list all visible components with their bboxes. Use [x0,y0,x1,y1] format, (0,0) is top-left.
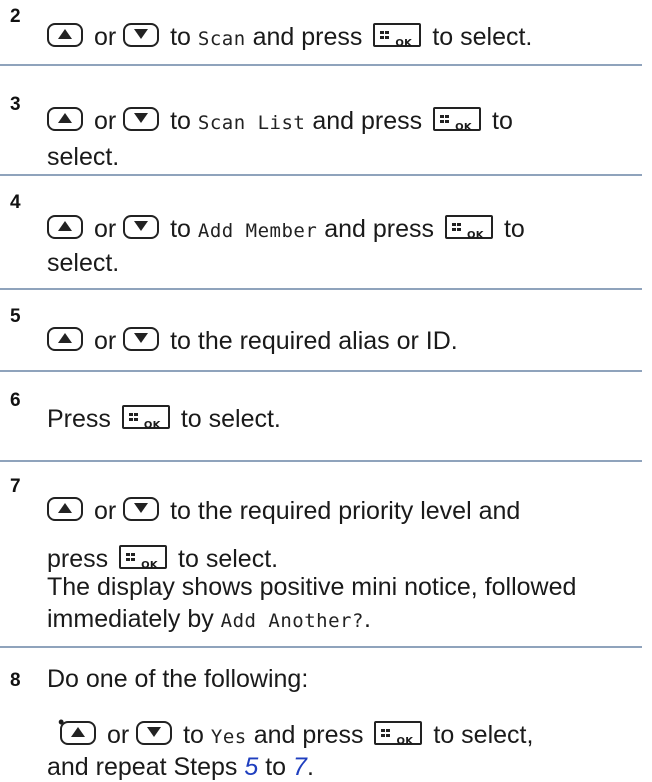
step-line: or to the required alias or ID. [47,326,458,356]
or-text: or [93,327,117,355]
menu-ok-button-icon: OK [373,23,422,49]
and-press-text: and press [252,23,363,51]
up-arrow-button-icon [47,215,83,240]
to-text: to [170,23,191,51]
divider [0,64,642,66]
or-text: or [106,721,130,749]
divider [0,460,642,462]
up-arrow-button-icon [47,107,83,132]
step-number: 5 [10,306,21,327]
step-line: Do one of the following: [47,665,309,693]
step-line: or to Add Member and press OK to [47,214,525,246]
divider [0,646,642,648]
step-desc-2: immediately by Add Another?. [47,604,371,636]
to-text: to [258,753,294,781]
menu-item-yes: Yes [210,726,247,748]
step-line-cont: select. [47,143,120,171]
to-select-text: to select, [433,721,534,749]
divider [0,174,642,176]
menu-ok-button-icon: OK [445,215,493,241]
step-line-press: press OK to select. [47,544,278,574]
to-text: to [503,215,525,243]
menu-ok-button-icon: OK [119,545,168,571]
to-text: to [492,107,513,135]
bullet-line: or to Yes and press OK to select, [60,720,533,752]
repeat-text: and repeat Steps [47,753,245,781]
down-arrow-button-icon [123,107,160,132]
and-press-text: and press [312,107,423,135]
step-number: 2 [10,6,21,27]
desc-period: . [363,605,371,633]
down-arrow-button-icon [123,215,160,240]
up-arrow-button-icon [47,327,83,352]
step-text: to the required alias or ID. [170,327,458,355]
or-text: or [93,215,117,243]
menu-item-add-member: Add Member [197,220,318,242]
bullet-line-cont: and repeat Steps 5 to 7. [47,752,314,782]
step-7-link[interactable]: 7 [293,753,307,781]
step-number: 8 [10,670,21,691]
step-desc-1: The display shows positive mini notice, … [47,573,577,601]
and-press-text: and press [324,215,435,243]
step-number: 4 [10,192,21,213]
or-text: or [93,23,117,51]
down-arrow-button-icon [123,497,160,522]
step-line: or to Scan and press OK to select. [47,22,532,54]
up-arrow-button-icon [47,23,83,48]
step-5-link[interactable]: 5 [244,753,258,781]
step-number: 7 [10,476,21,497]
divider [0,288,642,290]
desc-text: immediately by [47,605,221,633]
divider [0,370,642,372]
step-line: Press OK to select. [47,404,281,434]
step-text: to the required priority level and [170,497,521,525]
to-text: to [170,107,191,135]
press-text: press [47,545,109,573]
to-text: to [170,215,191,243]
down-arrow-button-icon [136,721,173,746]
up-arrow-button-icon [47,497,83,522]
and-press-text: and press [253,721,364,749]
menu-item-scan: Scan [197,28,246,50]
to-select-text: to select. [432,23,533,51]
menu-ok-button-icon: OK [374,721,423,747]
step-line-cont: select. [47,249,120,277]
down-arrow-button-icon [123,327,160,352]
step-line: or to the required priority level and [47,496,520,526]
menu-item-add-another: Add Another? [220,610,364,632]
or-text: or [93,107,117,135]
menu-ok-button-icon: OK [121,405,170,431]
step-number: 6 [10,390,21,411]
step-line: or to Scan List and press OK to [47,106,513,138]
menu-ok-button-icon: OK [433,107,482,133]
or-text: or [93,497,117,525]
press-text: Press [47,405,111,433]
step-number: 3 [10,94,21,115]
to-text: to [183,721,204,749]
down-arrow-button-icon [123,23,160,48]
menu-item-scan-list: Scan List [197,112,306,134]
up-arrow-button-icon [60,721,96,746]
to-select-text: to select. [178,545,279,573]
to-select-text: to select. [180,405,281,433]
period-text: . [306,753,314,781]
